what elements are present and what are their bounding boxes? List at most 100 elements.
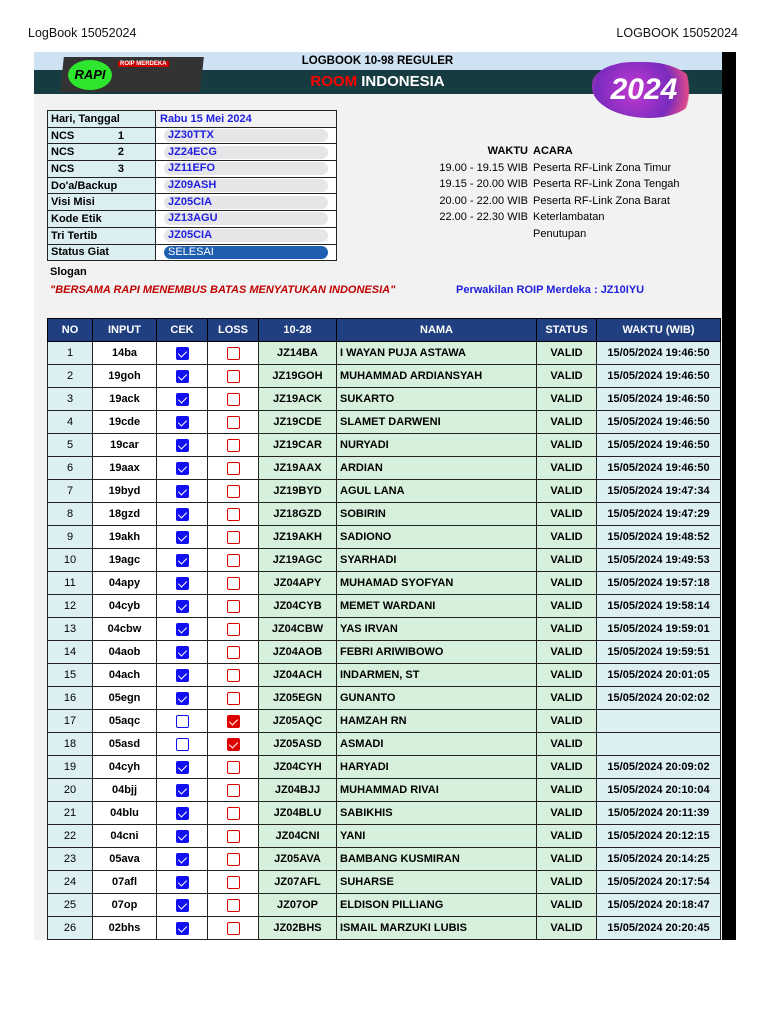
- cek-checkbox-cell[interactable]: [156, 571, 208, 595]
- cek-checkbox-cell[interactable]: [156, 824, 208, 848]
- info-value[interactable]: SELESAI: [155, 243, 337, 262]
- cek-checkbox[interactable]: [175, 783, 189, 797]
- cek-checkbox[interactable]: [175, 645, 189, 659]
- loss-checkbox-cell[interactable]: [207, 571, 259, 595]
- loss-checkbox-cell[interactable]: [207, 479, 259, 503]
- loss-checkbox-cell[interactable]: [207, 364, 259, 388]
- cek-checkbox-cell[interactable]: [156, 525, 208, 549]
- cek-checkbox-cell[interactable]: [156, 433, 208, 457]
- loss-checkbox-cell[interactable]: [207, 870, 259, 894]
- loss-checkbox[interactable]: [226, 530, 240, 544]
- loss-checkbox-cell[interactable]: [207, 456, 259, 480]
- loss-checkbox[interactable]: [226, 599, 240, 613]
- info-value[interactable]: JZ30TTX: [155, 126, 337, 145]
- cek-checkbox-cell[interactable]: [156, 617, 208, 641]
- info-value[interactable]: JZ24ECG: [155, 143, 337, 162]
- loss-checkbox-cell[interactable]: [207, 916, 259, 940]
- cek-checkbox[interactable]: [175, 599, 189, 613]
- loss-checkbox[interactable]: [226, 507, 240, 521]
- cek-checkbox[interactable]: [175, 829, 189, 843]
- cek-checkbox-cell[interactable]: [156, 732, 208, 756]
- cek-checkbox-cell[interactable]: [156, 640, 208, 664]
- loss-checkbox[interactable]: [226, 415, 240, 429]
- loss-checkbox[interactable]: [226, 553, 240, 567]
- loss-checkbox[interactable]: [226, 875, 240, 889]
- cek-checkbox-cell[interactable]: [156, 410, 208, 434]
- cek-checkbox[interactable]: [175, 806, 189, 820]
- loss-checkbox-cell[interactable]: [207, 893, 259, 917]
- cek-checkbox[interactable]: [175, 875, 189, 889]
- cek-checkbox-cell[interactable]: [156, 663, 208, 687]
- cek-checkbox-cell[interactable]: [156, 847, 208, 871]
- status-giat-badge[interactable]: SELESAI: [164, 245, 328, 259]
- cek-checkbox-cell[interactable]: [156, 686, 208, 710]
- cek-checkbox[interactable]: [175, 484, 189, 498]
- loss-checkbox[interactable]: [226, 691, 240, 705]
- loss-checkbox-cell[interactable]: [207, 709, 259, 733]
- loss-checkbox-cell[interactable]: [207, 617, 259, 641]
- loss-checkbox[interactable]: [226, 921, 240, 935]
- callsign-field[interactable]: JZ05CIA: [164, 195, 328, 209]
- cek-checkbox[interactable]: [175, 921, 189, 935]
- cek-checkbox[interactable]: [175, 737, 189, 751]
- callsign-field[interactable]: JZ09ASH: [164, 179, 328, 193]
- info-value[interactable]: JZ05CIA: [155, 226, 337, 245]
- loss-checkbox[interactable]: [226, 760, 240, 774]
- loss-checkbox-cell[interactable]: [207, 824, 259, 848]
- cek-checkbox-cell[interactable]: [156, 778, 208, 802]
- cek-checkbox[interactable]: [175, 852, 189, 866]
- info-value[interactable]: JZ05CIA: [155, 193, 337, 212]
- loss-checkbox[interactable]: [226, 461, 240, 475]
- cek-checkbox[interactable]: [175, 553, 189, 567]
- callsign-field[interactable]: JZ05CIA: [164, 229, 328, 243]
- callsign-field[interactable]: JZ11EFO: [164, 162, 328, 176]
- loss-checkbox-cell[interactable]: [207, 663, 259, 687]
- loss-checkbox[interactable]: [226, 392, 240, 406]
- cek-checkbox-cell[interactable]: [156, 548, 208, 572]
- cek-checkbox[interactable]: [175, 576, 189, 590]
- cek-checkbox[interactable]: [175, 714, 189, 728]
- loss-checkbox[interactable]: [226, 622, 240, 636]
- callsign-field[interactable]: JZ13AGU: [164, 212, 328, 226]
- cek-checkbox-cell[interactable]: [156, 709, 208, 733]
- cek-checkbox-cell[interactable]: [156, 755, 208, 779]
- loss-checkbox[interactable]: [226, 645, 240, 659]
- loss-checkbox-cell[interactable]: [207, 755, 259, 779]
- cek-checkbox-cell[interactable]: [156, 594, 208, 618]
- loss-checkbox[interactable]: [226, 806, 240, 820]
- loss-checkbox-cell[interactable]: [207, 847, 259, 871]
- cek-checkbox[interactable]: [175, 691, 189, 705]
- callsign-field[interactable]: JZ24ECG: [164, 145, 328, 159]
- loss-checkbox[interactable]: [226, 668, 240, 682]
- loss-checkbox-cell[interactable]: [207, 502, 259, 526]
- cek-checkbox-cell[interactable]: [156, 364, 208, 388]
- cek-checkbox[interactable]: [175, 898, 189, 912]
- loss-checkbox-cell[interactable]: [207, 801, 259, 825]
- cek-checkbox[interactable]: [175, 507, 189, 521]
- loss-checkbox-cell[interactable]: [207, 387, 259, 411]
- cek-checkbox[interactable]: [175, 415, 189, 429]
- cek-checkbox-cell[interactable]: [156, 341, 208, 365]
- loss-checkbox-cell[interactable]: [207, 525, 259, 549]
- loss-checkbox-cell[interactable]: [207, 732, 259, 756]
- loss-checkbox-cell[interactable]: [207, 778, 259, 802]
- cek-checkbox[interactable]: [175, 668, 189, 682]
- info-value[interactable]: JZ11EFO: [155, 160, 337, 178]
- cek-checkbox[interactable]: [175, 622, 189, 636]
- loss-checkbox[interactable]: [226, 346, 240, 360]
- info-value[interactable]: JZ13AGU: [155, 210, 337, 228]
- loss-checkbox-cell[interactable]: [207, 341, 259, 365]
- cek-checkbox[interactable]: [175, 346, 189, 360]
- loss-checkbox[interactable]: [226, 438, 240, 452]
- loss-checkbox[interactable]: [226, 852, 240, 866]
- loss-checkbox-cell[interactable]: [207, 640, 259, 664]
- loss-checkbox[interactable]: [226, 369, 240, 383]
- loss-checkbox-cell[interactable]: [207, 410, 259, 434]
- loss-checkbox[interactable]: [226, 714, 240, 728]
- cek-checkbox[interactable]: [175, 530, 189, 544]
- cek-checkbox-cell[interactable]: [156, 801, 208, 825]
- cek-checkbox-cell[interactable]: [156, 502, 208, 526]
- info-value[interactable]: JZ09ASH: [155, 176, 337, 195]
- cek-checkbox[interactable]: [175, 369, 189, 383]
- loss-checkbox-cell[interactable]: [207, 433, 259, 457]
